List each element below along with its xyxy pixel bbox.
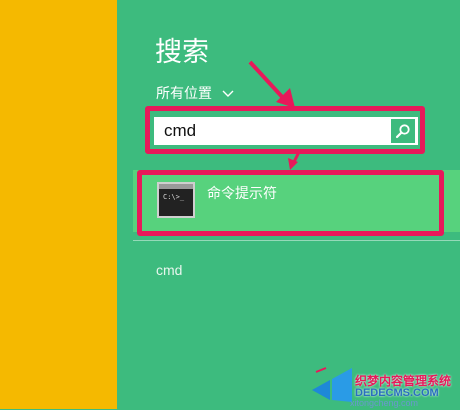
annotation-arrow-2 — [292, 149, 302, 163]
annotation-arrows — [248, 60, 302, 170]
annotation-arrow-1 — [248, 60, 287, 102]
watermark-logo — [308, 366, 354, 410]
watermark-url: xitongcheng.com — [350, 398, 419, 408]
